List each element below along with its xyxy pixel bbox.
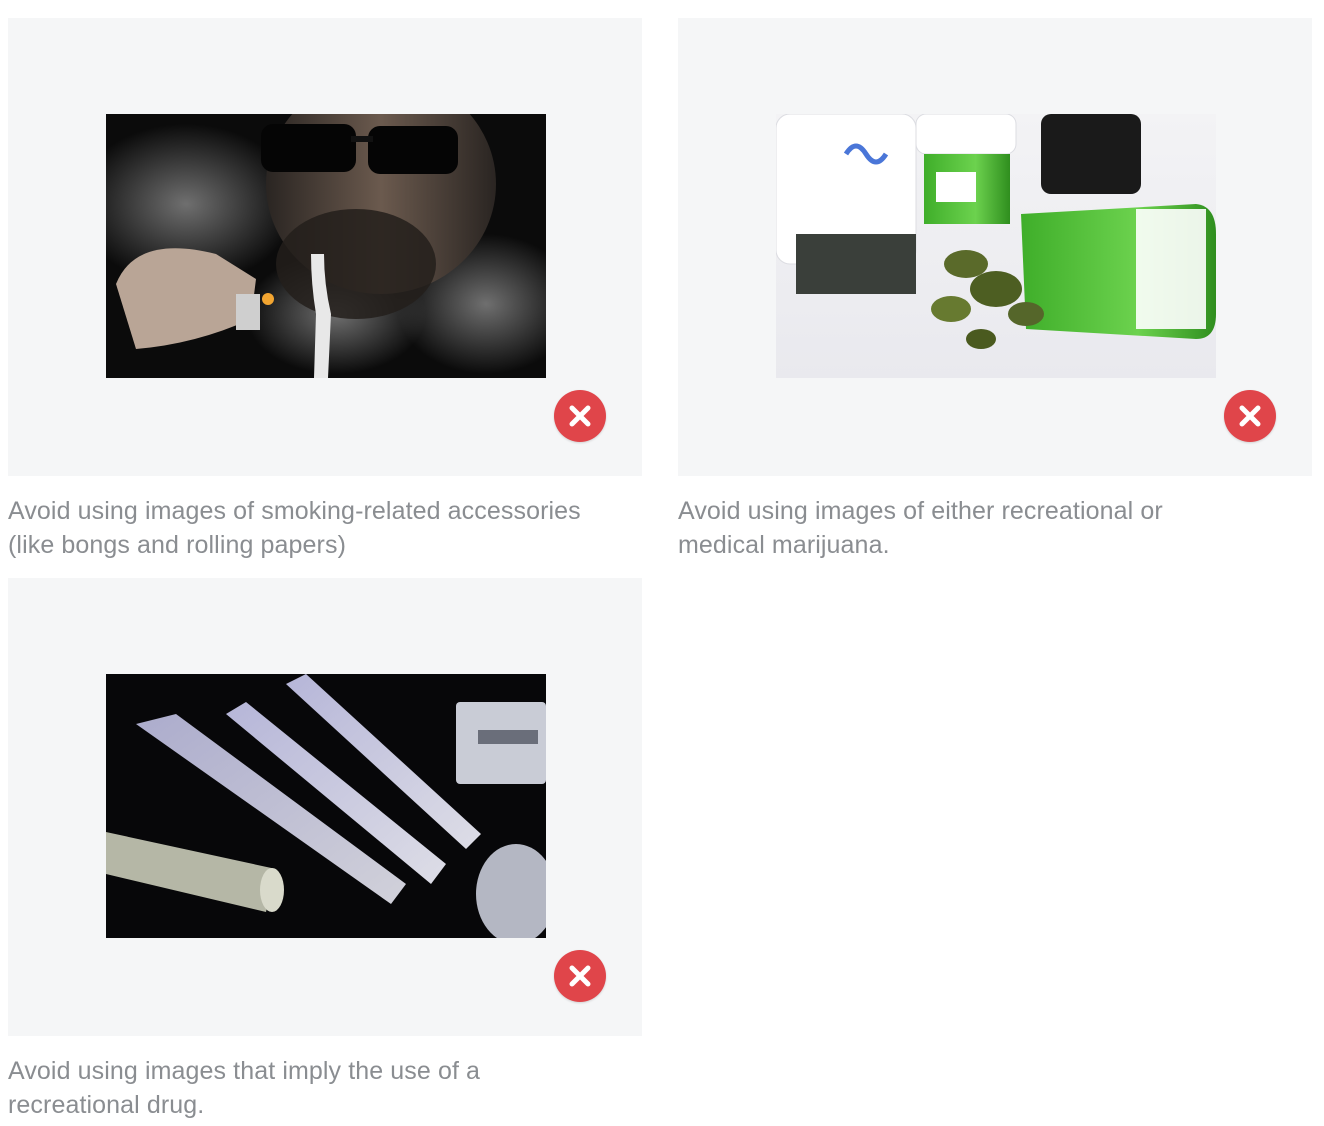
x-icon: [554, 950, 606, 1002]
guideline-card: Avoid using images that imply the use of…: [8, 578, 642, 1122]
example-panel: [678, 18, 1312, 476]
guideline-card: Avoid using images of smoking-related ac…: [8, 18, 642, 562]
smoking-accessories-photo: [106, 114, 546, 378]
guideline-caption: Avoid using images that imply the use of…: [8, 1057, 481, 1119]
x-icon: [554, 390, 606, 442]
marijuana-photo: [776, 114, 1216, 378]
drug-use-photo: [106, 674, 546, 938]
guideline-card: Avoid using images of either recreationa…: [678, 18, 1312, 562]
example-panel: [8, 578, 642, 1036]
guideline-caption: Avoid using images of smoking-related ac…: [8, 497, 581, 559]
guideline-caption: Avoid using images of either recreationa…: [678, 497, 1163, 559]
x-icon: [1224, 390, 1276, 442]
guideline-grid: Avoid using images of smoking-related ac…: [0, 0, 1324, 1126]
example-panel: [8, 18, 642, 476]
